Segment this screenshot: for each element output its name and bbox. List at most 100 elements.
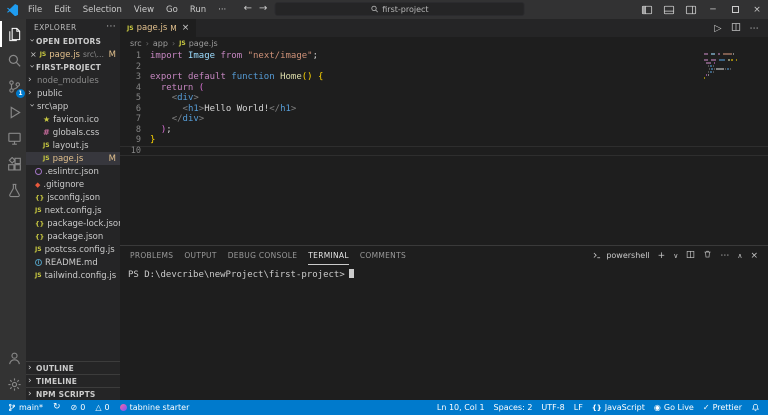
activity-explorer-icon[interactable] xyxy=(0,21,26,47)
status-indentation[interactable]: Spaces: 2 xyxy=(494,403,533,412)
back-arrow-icon[interactable]: ← xyxy=(244,2,252,16)
activity-source-control-icon[interactable]: 1 xyxy=(0,73,26,99)
layout-panel-icon[interactable] xyxy=(658,0,680,19)
close-icon[interactable]: × xyxy=(30,50,37,59)
status-prettier-text: Prettier xyxy=(712,403,742,412)
close-icon[interactable]: × xyxy=(182,23,190,33)
section-npm-scripts[interactable]: › NPM SCRIPTS xyxy=(26,387,120,400)
terminal-content[interactable]: PS D:\devcribe\newProject\first-project> xyxy=(120,265,768,400)
menu-[interactable]: ··· xyxy=(212,0,232,19)
status-go-live[interactable]: ◉ Go Live xyxy=(654,403,694,412)
activity-search-icon[interactable] xyxy=(0,47,26,73)
panel-tab-terminal[interactable]: TERMINAL xyxy=(308,246,349,265)
status-tabnine-text: tabnine starter xyxy=(129,403,190,412)
activity-remote-explorer-icon[interactable] xyxy=(0,125,26,151)
close-icon[interactable]: × xyxy=(746,0,768,19)
tree-item-src-app[interactable]: › src\app xyxy=(26,100,120,113)
breadcrumb-item-page-js[interactable]: JS page.js xyxy=(179,39,217,48)
panel-tab-debug-console[interactable]: DEBUG CONSOLE xyxy=(228,246,298,265)
tab-page-js[interactable]: JS page.js M × xyxy=(120,19,197,37)
code-line-5[interactable]: 5 <div> xyxy=(120,93,768,104)
panel-tab-problems[interactable]: PROBLEMS xyxy=(130,246,173,265)
code-line-6[interactable]: 6 <h1>Hello World!</h1> xyxy=(120,104,768,115)
activity-run-and-debug-icon[interactable] xyxy=(0,99,26,125)
tree-item-package-json[interactable]: {} package.json xyxy=(26,230,120,243)
chevron-down-icon[interactable]: ∨ xyxy=(673,252,678,260)
menu-go[interactable]: Go xyxy=(160,0,184,19)
menu-view[interactable]: View xyxy=(128,0,160,19)
status-git-branch[interactable]: main* xyxy=(8,403,43,412)
code-line-4[interactable]: 4 return ( xyxy=(120,83,768,94)
code-line-10[interactable]: 10 xyxy=(120,145,768,156)
section-outline[interactable]: › OUTLINE xyxy=(26,361,120,374)
tree-item-layout-js[interactable]: JS layout.js xyxy=(26,139,120,152)
shell-selector[interactable]: powershell xyxy=(592,251,650,260)
close-panel-icon[interactable]: × xyxy=(750,251,758,261)
status-cursor-position[interactable]: Ln 10, Col 1 xyxy=(437,403,485,412)
minimize-icon[interactable]: ─ xyxy=(702,0,724,19)
status-tabnine[interactable]: tabnine starter xyxy=(119,403,190,412)
open-editor-item[interactable]: × JS page.js src\app M xyxy=(26,48,120,61)
status-sync[interactable]: ↻ xyxy=(53,403,61,412)
menu-edit[interactable]: Edit xyxy=(48,0,76,19)
section-timeline[interactable]: › TIMELINE xyxy=(26,374,120,387)
breadcrumb-item-app[interactable]: app xyxy=(153,39,168,48)
maximize-icon[interactable] xyxy=(724,0,746,19)
tree-item-package-lock-json[interactable]: {} package-lock.json xyxy=(26,217,120,230)
tree-item-jsconfig-json[interactable]: {} jsconfig.json xyxy=(26,191,120,204)
activity-testing-icon[interactable] xyxy=(0,177,26,203)
tree-item-postcss-config-js[interactable]: JS postcss.config.js xyxy=(26,243,120,256)
project-header[interactable]: › FIRST-PROJECT xyxy=(26,61,120,74)
activity-extensions-icon[interactable] xyxy=(0,151,26,177)
layout-sidebar-icon[interactable] xyxy=(636,0,658,19)
forward-arrow-icon[interactable]: → xyxy=(259,2,267,16)
status-errors[interactable]: ⊘ 0 xyxy=(71,403,86,412)
breadcrumb-item-src[interactable]: src xyxy=(130,39,142,48)
activity-accounts-icon[interactable] xyxy=(0,345,26,371)
more-actions-icon[interactable]: ⋯ xyxy=(750,23,760,34)
code-line-7[interactable]: 7 </div> xyxy=(120,114,768,125)
new-terminal-icon[interactable]: + xyxy=(658,251,666,261)
open-editors-header[interactable]: › OPEN EDITORS xyxy=(26,35,120,48)
layout-sidebar-right-icon[interactable] xyxy=(680,0,702,19)
tree-item-page-js[interactable]: JS page.js M xyxy=(26,152,120,165)
code-line-9[interactable]: 9} xyxy=(120,135,768,146)
tree-item-public[interactable]: › public xyxy=(26,87,120,100)
status-notifications[interactable] xyxy=(751,403,760,412)
tree-item-globals-css[interactable]: # globals.css xyxy=(26,126,120,139)
tree-item-next-config-js[interactable]: JS next.config.js xyxy=(26,204,120,217)
tree-item--eslintrc-json[interactable]: .eslintrc.json xyxy=(26,165,120,178)
status-language[interactable]: {} JavaScript xyxy=(592,403,645,412)
more-actions-icon[interactable]: ⋯ xyxy=(720,251,729,261)
tree-item-readme-md[interactable]: i README.md xyxy=(26,256,120,269)
more-actions-icon[interactable]: ··· xyxy=(106,22,116,32)
code-line-1[interactable]: 1 import Image from "next/image"; xyxy=(120,51,768,62)
menu-selection[interactable]: Selection xyxy=(77,0,128,19)
split-terminal-icon[interactable] xyxy=(686,250,695,262)
code-editor[interactable]: 1 import Image from "next/image"; 2 3 export… xyxy=(120,50,768,245)
tab-bar: JS page.js M × ▷ ⋯ xyxy=(120,19,768,37)
status-encoding[interactable]: UTF-8 xyxy=(541,403,564,412)
maximize-panel-icon[interactable]: ∧ xyxy=(737,252,742,260)
file-label: page.js xyxy=(52,153,84,164)
menu-run[interactable]: Run xyxy=(184,0,212,19)
run-button[interactable]: ▷ xyxy=(714,23,721,34)
status-eol[interactable]: LF xyxy=(574,403,583,412)
tree-item-favicon-ico[interactable]: ★ favicon.ico xyxy=(26,113,120,126)
chevron-down-icon: › xyxy=(26,103,37,108)
split-editor-icon[interactable] xyxy=(731,22,741,35)
menu-file[interactable]: File xyxy=(22,0,48,19)
code-line-2[interactable]: 2 xyxy=(120,62,768,73)
tree-item-node-modules[interactable]: › node_modules xyxy=(26,74,120,87)
code-line-8[interactable]: 8 ); xyxy=(120,125,768,136)
code-line-3[interactable]: 3 export default function Home() { xyxy=(120,72,768,83)
status-warnings[interactable]: △ 0 xyxy=(95,403,109,412)
tree-item--gitignore[interactable]: ◆ .gitignore xyxy=(26,178,120,191)
kill-terminal-icon[interactable] xyxy=(703,249,712,262)
panel-tab-comments[interactable]: COMMENTS xyxy=(360,246,406,265)
tree-item-tailwind-config-js[interactable]: JS tailwind.config.js xyxy=(26,269,120,282)
status-prettier[interactable]: ✓ Prettier xyxy=(703,403,742,412)
panel-tab-output[interactable]: OUTPUT xyxy=(184,246,216,265)
command-center-search[interactable]: first-project xyxy=(274,2,525,16)
activity-settings-icon[interactable] xyxy=(0,371,26,397)
